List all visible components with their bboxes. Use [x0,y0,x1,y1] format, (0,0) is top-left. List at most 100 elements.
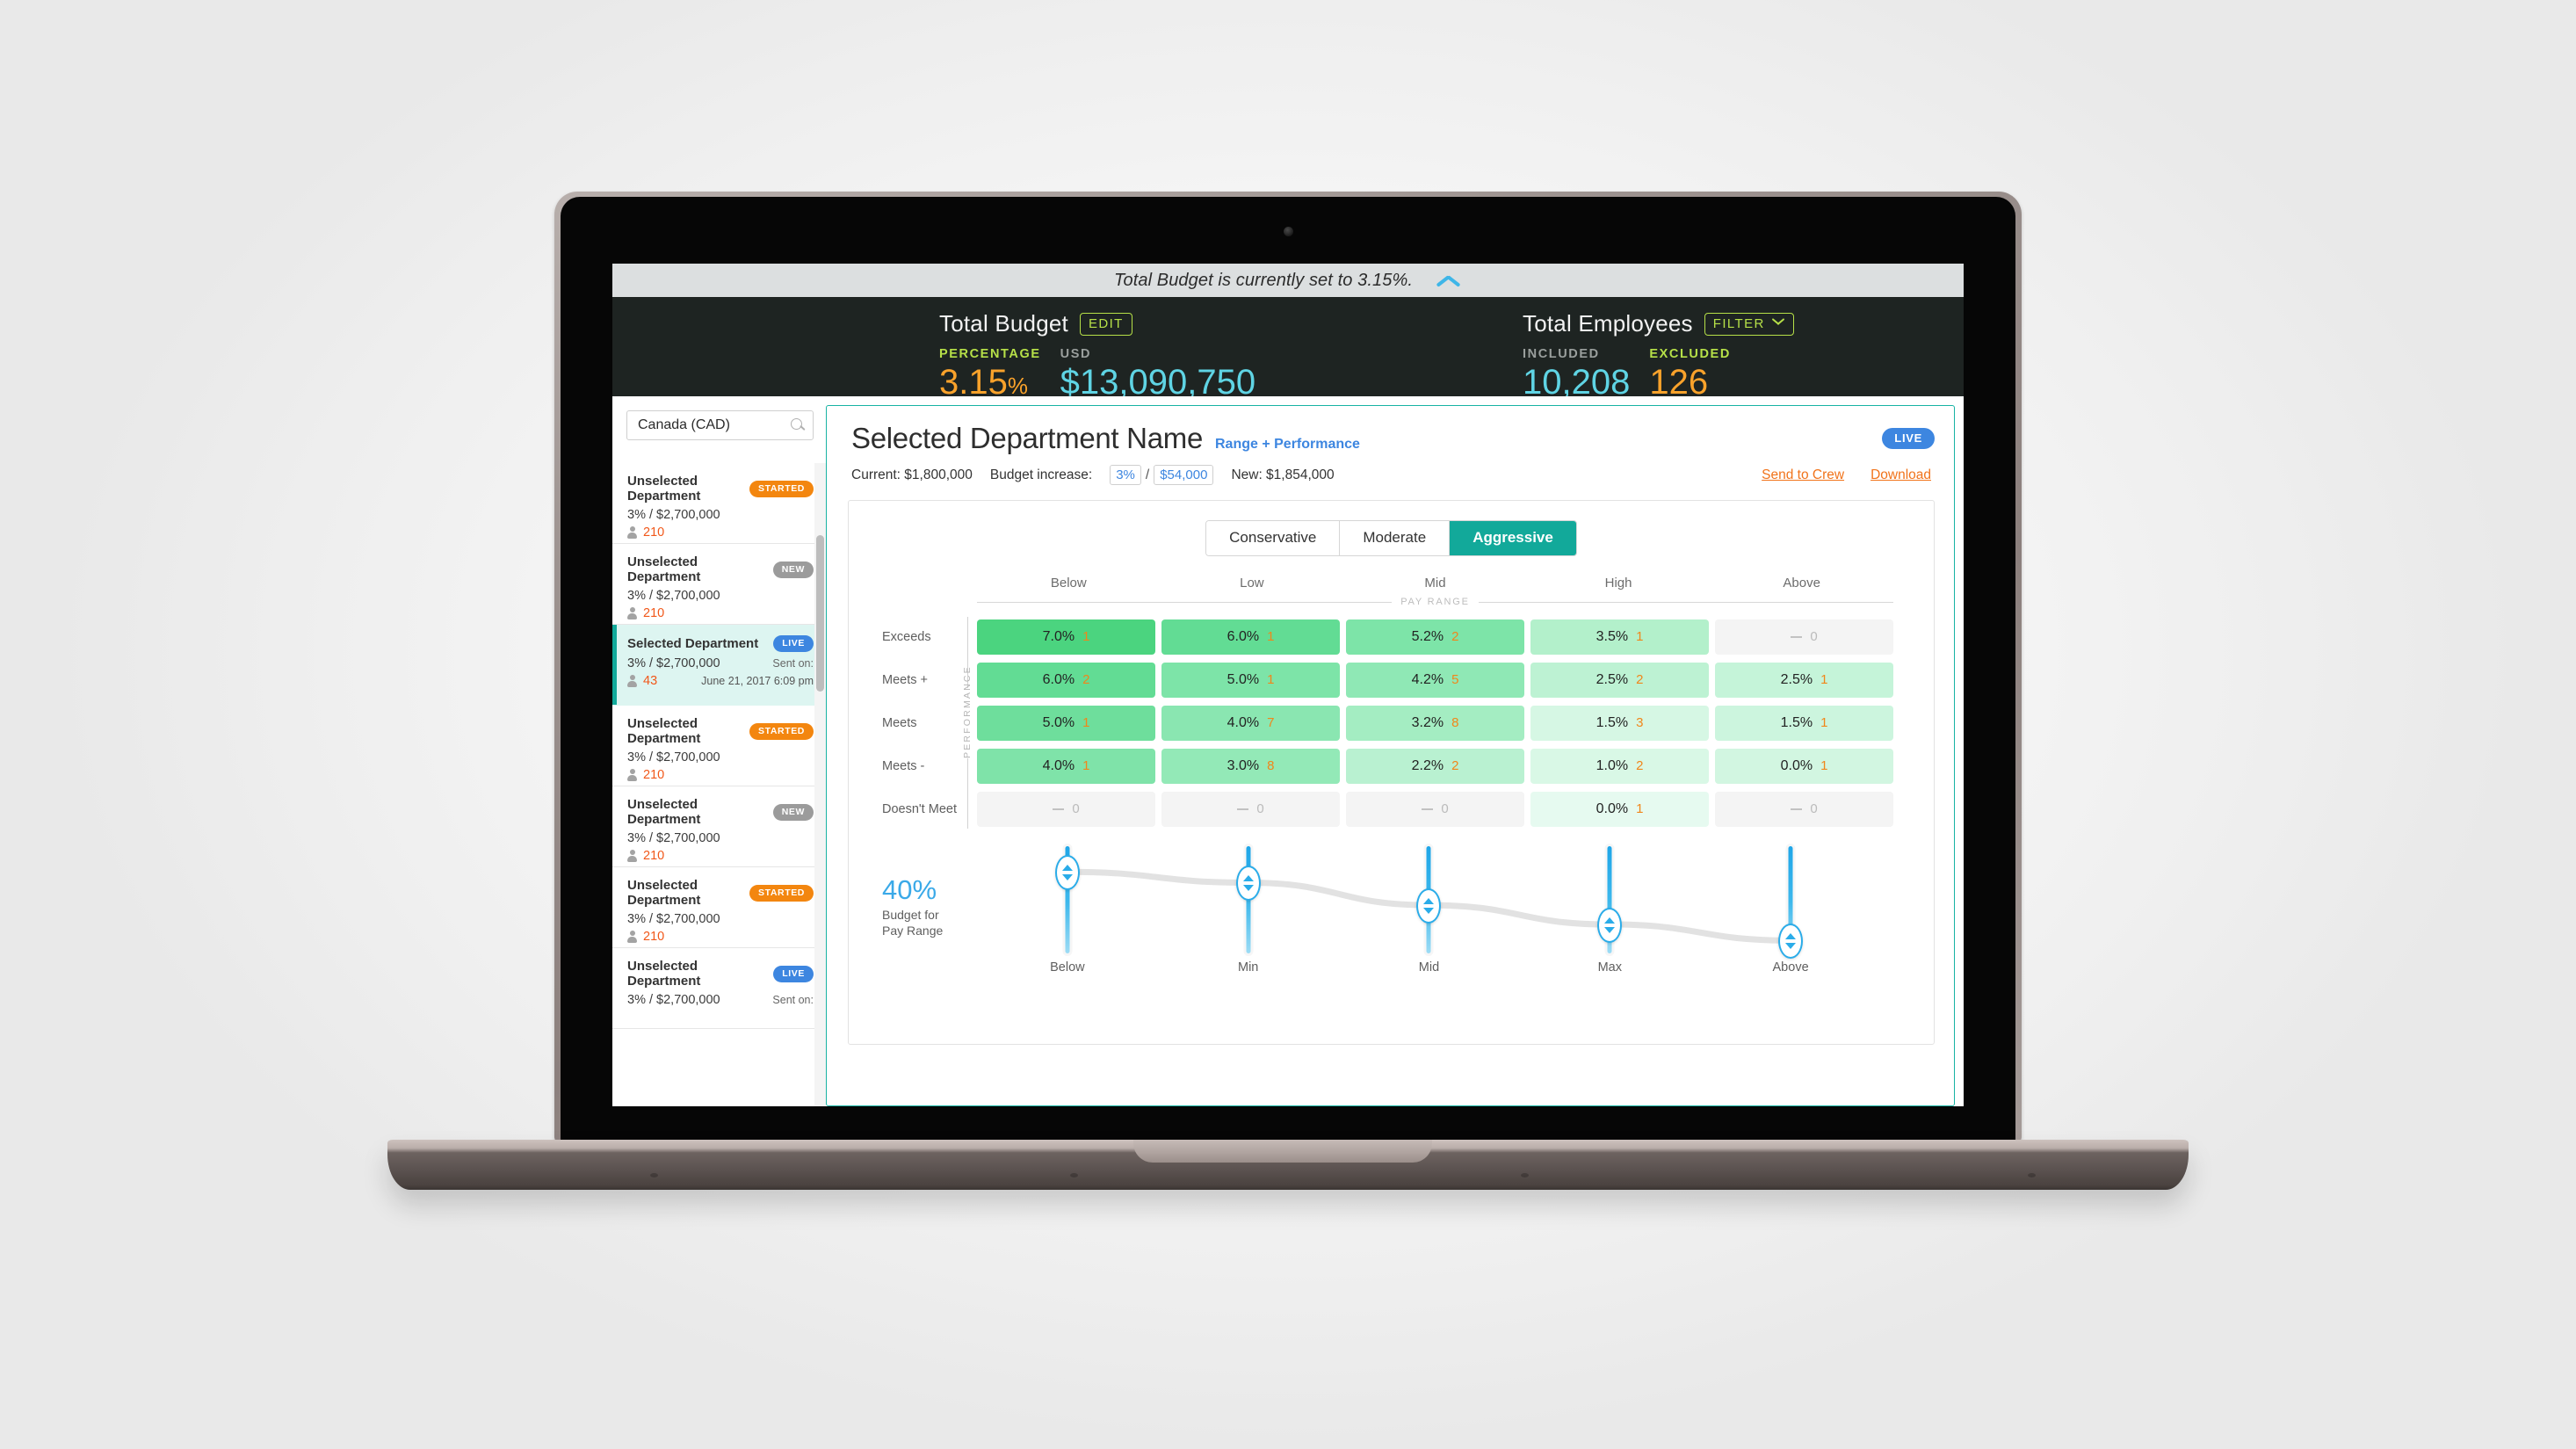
matrix-cell[interactable]: 1.5% 1 [1715,705,1893,741]
slider-handle[interactable] [1597,907,1623,943]
matrix-cell[interactable]: 3.0% 8 [1161,748,1340,784]
triangle-up-icon[interactable] [1061,864,1073,871]
matrix-cell[interactable]: 0.0% 1 [1530,791,1709,827]
matrix-cell[interactable]: 7.0% 1 [977,619,1155,655]
matrix-cell[interactable]: 4.0% 7 [1161,705,1340,741]
triangle-down-icon[interactable] [1061,873,1073,880]
matrix-cell[interactable]: 4.2% 5 [1346,662,1524,698]
base-screw-3 [1521,1173,1529,1177]
triangle-up-icon[interactable] [1423,897,1435,904]
column-header: Low [1240,576,1264,590]
search-box[interactable]: Canada (CAD) [626,410,814,440]
slider-min[interactable] [1158,846,1339,953]
matrix-cell-count: 1 [1082,629,1090,644]
budget-usd-value: $13,090,750 [1060,363,1256,402]
search-icon[interactable] [791,418,805,432]
sidebar: Canada (CAD) Unselected Department STARTE… [612,396,826,1106]
list-item[interactable]: Selected Department LIVE 3% / $2,700,000 Se… [612,625,826,706]
matrix-cell[interactable]: 3.5% 1 [1530,619,1709,655]
department-budget: 3% / $2,700,000 [627,831,720,845]
matrix-cell[interactable]: 5.0% 1 [1161,662,1340,698]
slider-handle[interactable] [1235,865,1261,901]
chevron-up-icon[interactable] [1436,273,1462,287]
matrix-chart: Below Low Mid High Above PAY RANGE Exceeds Me… [849,576,1934,830]
matrix-cell[interactable]: 5.2% 2 [1346,619,1524,655]
matrix-cell-pct: 5.0% [1042,714,1075,730]
triangle-down-icon[interactable] [1604,926,1616,933]
list-item[interactable]: Unselected Department NEW 3% / $2,700,000 2… [612,786,826,867]
matrix-cell[interactable]: 0 [1161,791,1340,827]
matrix-cell[interactable]: 1.5% 3 [1530,705,1709,741]
list-item[interactable]: Unselected Department STARTED 3% / $2,700,… [612,463,826,544]
matrix-cell[interactable]: 6.0% 2 [977,662,1155,698]
triangle-down-icon[interactable] [1423,907,1435,914]
matrix-cell[interactable]: 2.5% 1 [1715,662,1893,698]
matrix-cell[interactable]: 6.0% 1 [1161,619,1340,655]
matrix-cell-pct: 5.2% [1411,628,1444,644]
sidebar-scrollbar-thumb[interactable] [816,535,824,692]
person-icon [627,931,637,943]
screen: Total Budget is currently set to 3.15%. … [612,264,1964,1106]
slider-above[interactable] [1700,846,1881,959]
matrix-cell[interactable]: 3.2% 8 [1346,705,1524,741]
department-list[interactable]: Unselected Department STARTED 3% / $2,700,… [612,463,826,1106]
matrix-cells[interactable]: 7.0% 1 6.0% 1 5.2% 2 3.5% 1 0 6.0% 2 5.0% 1 4.2% 5 2.5%… [977,615,1893,830]
slider-below[interactable] [977,846,1158,953]
slider-handle[interactable] [1778,923,1804,959]
slider-max[interactable] [1519,846,1700,953]
matrix-cell[interactable]: 0 [1346,791,1524,827]
table-row: 6.0% 2 5.0% 1 4.2% 5 2.5% 2 2.5% 1 [977,658,1893,701]
slider-columns[interactable] [977,846,1881,959]
triangle-up-icon[interactable] [1604,916,1616,924]
budget-pay-range-caption: Budget for Pay Range [882,908,977,939]
triangle-up-icon[interactable] [1242,874,1254,881]
download-link[interactable]: Download [1870,467,1931,483]
tab-moderate[interactable]: Moderate [1340,521,1451,555]
tab-conservative[interactable]: Conservative [1206,521,1341,555]
triangle-up-icon[interactable] [1785,932,1797,939]
employees-excluded-label: EXCLUDED [1649,347,1731,361]
matrix-cell[interactable]: 4.0% 1 [977,748,1155,784]
panel-subtitle-link[interactable]: Range + Performance [1215,437,1360,453]
department-headcount: 43 [627,674,657,688]
triangle-down-icon[interactable] [1242,884,1254,891]
matrix-cell[interactable]: 5.0% 1 [977,705,1155,741]
matrix-cell-count: 2 [1082,672,1090,687]
search-input[interactable]: Canada (CAD) [638,417,791,433]
list-item[interactable]: Unselected Department STARTED 3% / $2,700,… [612,867,826,948]
matrix-cell-pct: 0.0% [1596,801,1629,816]
matrix-cell-pct: 5.0% [1226,671,1260,687]
matrix-cell[interactable]: 0.0% 1 [1715,748,1893,784]
tab-aggressive[interactable]: Aggressive [1450,521,1576,555]
department-headcount: 210 [627,768,664,782]
slider-handle[interactable] [1054,854,1080,890]
budget-increase-amount-input[interactable]: $54,000 [1154,465,1214,485]
matrix-cell[interactable]: 1.0% 2 [1530,748,1709,784]
matrix-cell[interactable]: 0 [1715,791,1893,827]
triangle-down-icon[interactable] [1785,942,1797,949]
list-item[interactable]: Unselected Department STARTED 3% / $2,700,… [612,706,826,786]
matrix-cell[interactable]: 2.5% 2 [1530,662,1709,698]
sidebar-scrollbar-track[interactable] [814,463,826,1106]
employees-excluded-metric: EXCLUDED 126 [1649,347,1731,400]
list-item[interactable]: Unselected Department LIVE 3% / $2,700,000… [612,948,826,1029]
employees-included-label: INCLUDED [1523,347,1600,361]
slider-mid[interactable] [1339,846,1520,953]
send-to-crew-link[interactable]: Send to Crew [1762,467,1844,483]
employees-included-metric: INCLUDED 10,208 [1523,347,1630,400]
department-name: Unselected Department [627,716,701,746]
filter-employees-button[interactable]: FILTER [1704,312,1794,336]
status-badge: STARTED [749,480,814,497]
department-budget: 3% / $2,700,000 [627,993,720,1007]
list-item[interactable]: Unselected Department NEW 3% / $2,700,000 2… [612,544,826,625]
slider-handle[interactable] [1416,888,1442,924]
laptop-base-notch [1133,1140,1432,1163]
edit-budget-button[interactable]: EDIT [1079,312,1132,336]
matrix-cell[interactable]: 2.2% 2 [1346,748,1524,784]
pay-range-column-headers: Below Low Mid High Above [977,576,1893,590]
matrix-cell[interactable]: 0 [977,791,1155,827]
matrix-cell[interactable]: 0 [1715,619,1893,655]
department-budget: 3% / $2,700,000 [627,912,720,926]
status-badge: NEW [772,803,814,821]
budget-increase-pct-input[interactable]: 3% [1110,465,1141,485]
